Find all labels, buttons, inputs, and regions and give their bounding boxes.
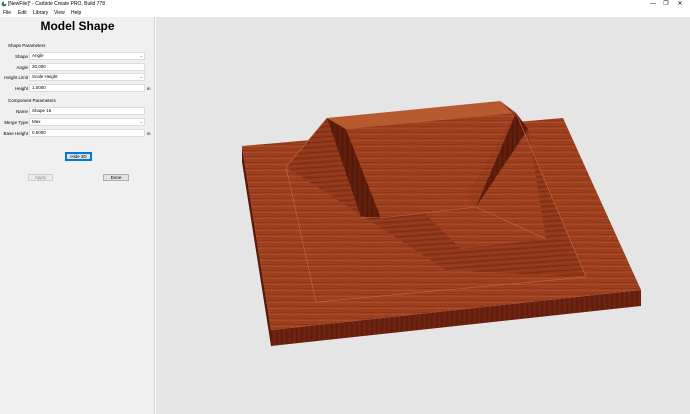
model-shape-panel: Model Shape Shape Parameters Shape Angle…	[0, 17, 155, 414]
merge-type-select-value: Max	[32, 119, 41, 124]
menu-edit[interactable]: Edit	[18, 10, 27, 16]
merge-type-label: Merge Type	[4, 120, 28, 125]
base-height-label: Base Height	[3, 131, 28, 136]
close-icon[interactable]: ✕	[673, 0, 687, 9]
shape-select-value: Angle	[32, 53, 44, 58]
name-label: Name	[15, 109, 28, 114]
height-limit-label: Height Limit	[4, 75, 28, 80]
app-icon	[1, 1, 7, 7]
panel-title: Model Shape	[40, 19, 115, 33]
angle-input[interactable]: 30.000	[29, 63, 145, 71]
height-limit-select-value: Scale Height	[32, 74, 58, 79]
height-label: Height	[14, 86, 28, 91]
menu-file[interactable]: File	[3, 10, 11, 16]
height-unit: in	[147, 86, 151, 91]
hide-3d-button[interactable]: Hide 3D	[65, 152, 92, 161]
base-height-unit: in	[147, 131, 151, 136]
shape-label: Shape	[14, 54, 28, 59]
menu-library[interactable]: Library	[33, 10, 48, 16]
shape-select[interactable]: Angle ⌄	[29, 52, 145, 60]
menu-bar: File Edit Library View Help	[0, 9, 690, 17]
3d-model-render	[242, 101, 641, 346]
3d-viewport[interactable]	[156, 17, 690, 414]
window-title: [NewFile]* - Carbide Create PRO, Build 7…	[8, 1, 105, 7]
maximize-icon[interactable]: ❐	[659, 0, 673, 9]
height-input[interactable]: 1.0000	[29, 84, 145, 92]
height-limit-select[interactable]: Scale Height ⌄	[29, 73, 145, 81]
base-height-input[interactable]: 0.5000	[29, 129, 145, 137]
done-button[interactable]: Done	[103, 174, 129, 181]
name-input[interactable]: Shape 15	[29, 107, 145, 115]
menu-help[interactable]: Help	[71, 10, 81, 16]
component-parameters-heading: Component Parameters	[8, 98, 56, 103]
merge-type-select[interactable]: Max ⌄	[29, 118, 145, 126]
minimize-icon[interactable]: —	[646, 0, 660, 9]
title-bar: [NewFile]* - Carbide Create PRO, Build 7…	[0, 0, 690, 9]
apply-button[interactable]: Apply	[28, 174, 53, 181]
chevron-down-icon: ⌄	[139, 119, 143, 124]
menu-view[interactable]: View	[54, 10, 65, 16]
shape-parameters-heading: Shape Parameters	[8, 43, 46, 48]
chevron-down-icon: ⌄	[139, 53, 143, 58]
chevron-down-icon: ⌄	[139, 74, 143, 79]
angle-label: Angle	[16, 65, 28, 70]
